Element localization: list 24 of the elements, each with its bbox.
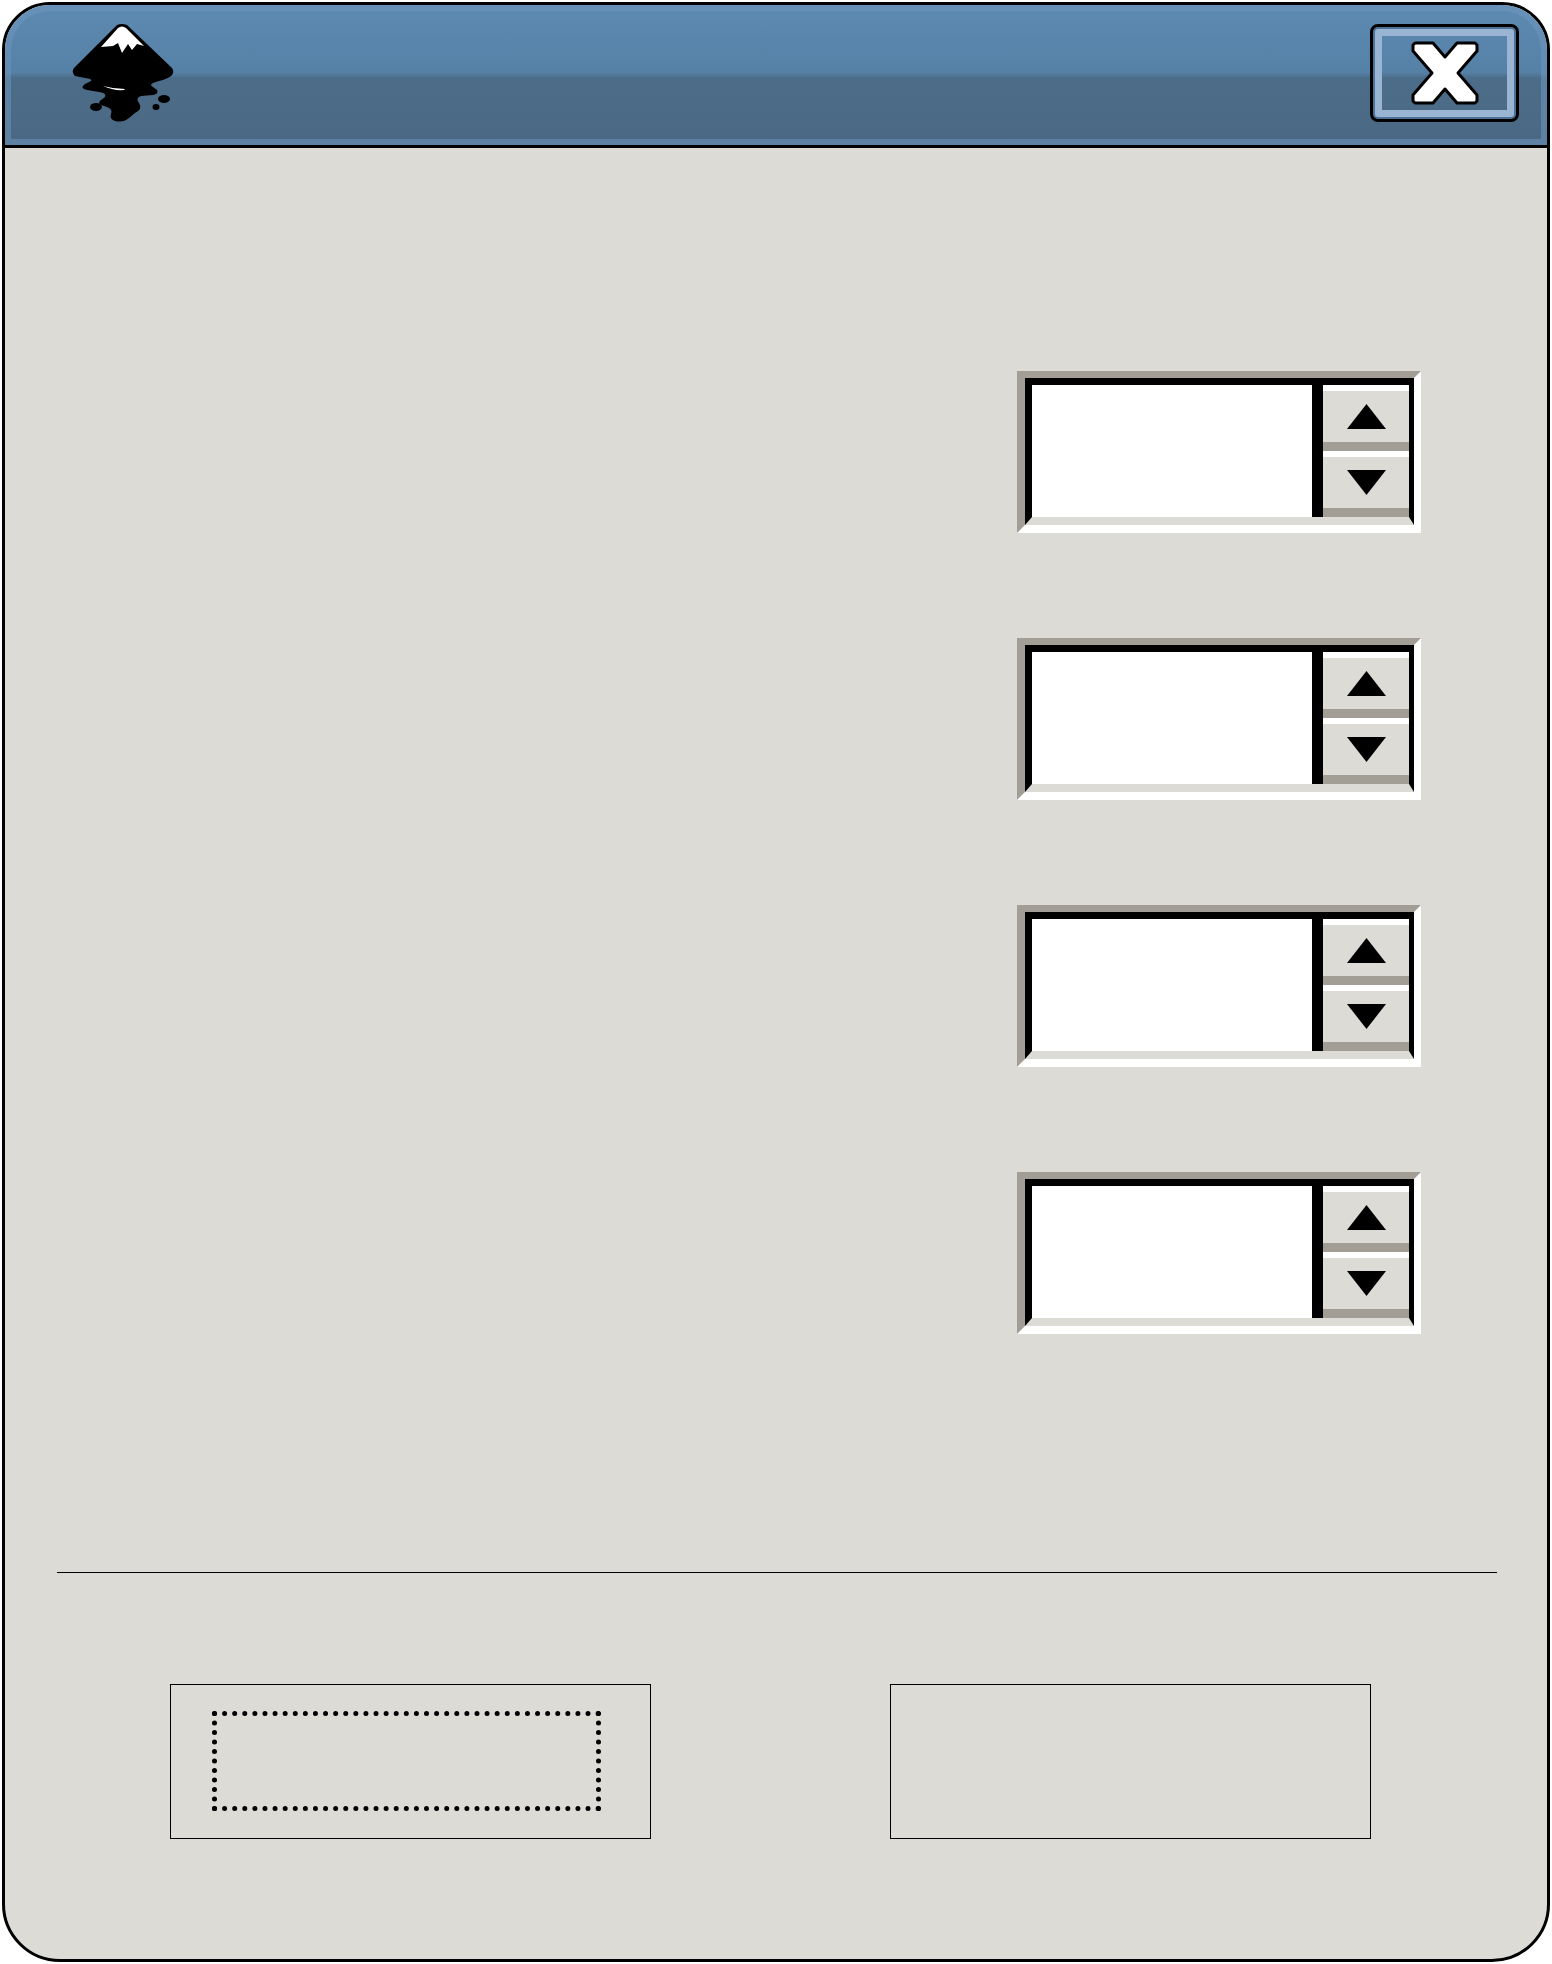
up-triangle-icon	[1346, 938, 1386, 963]
up-triangle-icon	[1346, 671, 1386, 696]
dialog-button[interactable]	[170, 1684, 651, 1839]
down-triangle-icon	[1346, 470, 1386, 495]
decrement-button[interactable]	[1323, 1252, 1409, 1318]
up-triangle-icon	[1346, 1205, 1386, 1230]
close-icon	[1410, 41, 1479, 105]
down-triangle-icon	[1346, 737, 1386, 762]
increment-button[interactable]	[1323, 385, 1409, 451]
decrement-button[interactable]	[1323, 718, 1409, 784]
number-field[interactable]	[1032, 385, 1323, 517]
number-field[interactable]	[1032, 652, 1323, 784]
number-field[interactable]	[1032, 1186, 1323, 1318]
down-triangle-icon	[1346, 1271, 1386, 1296]
logo-icon	[71, 23, 175, 123]
up-triangle-icon	[1346, 404, 1386, 429]
close-button[interactable]	[1370, 24, 1519, 122]
increment-button[interactable]	[1323, 652, 1409, 718]
increment-button[interactable]	[1323, 1186, 1409, 1252]
down-triangle-icon	[1346, 1004, 1386, 1029]
increment-button[interactable]	[1323, 919, 1409, 985]
number-field[interactable]	[1032, 919, 1323, 1051]
decrement-button[interactable]	[1323, 985, 1409, 1051]
decrement-button[interactable]	[1323, 451, 1409, 517]
